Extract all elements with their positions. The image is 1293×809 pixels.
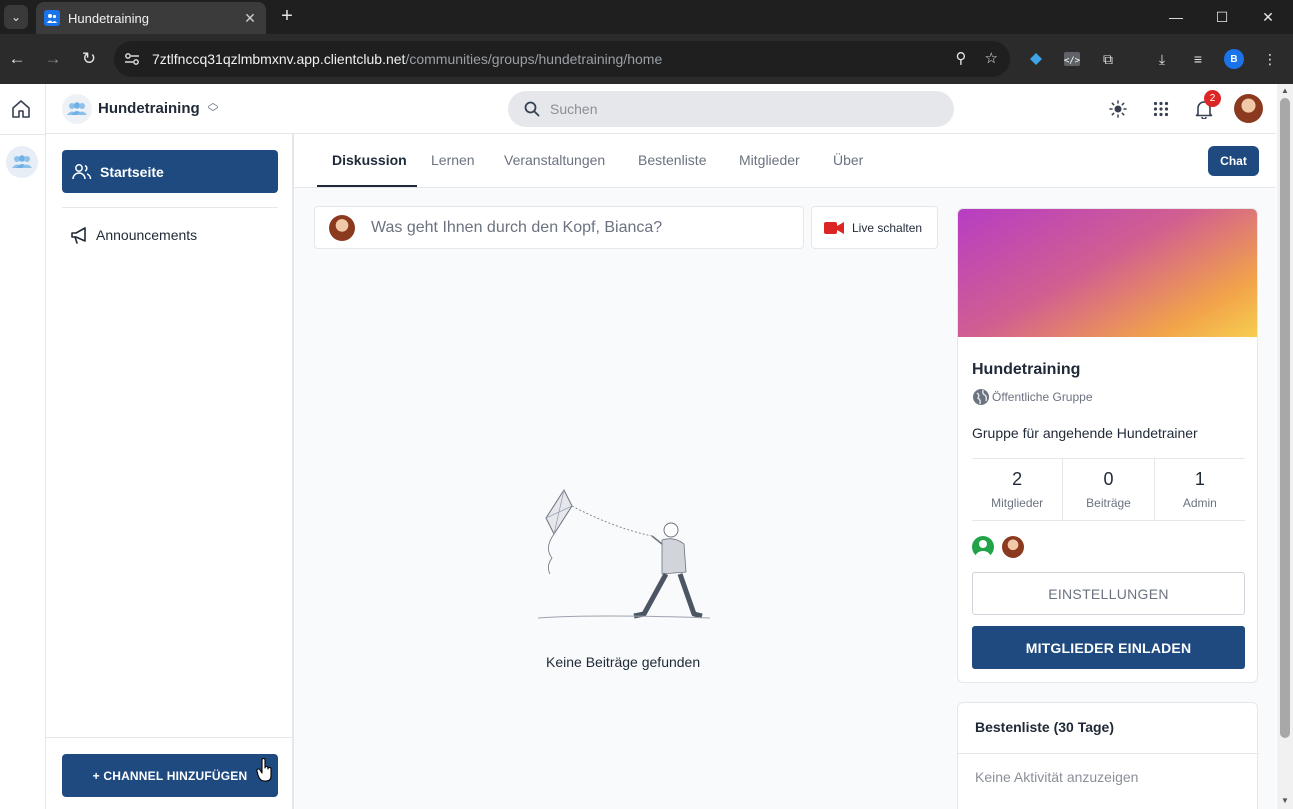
app: Hundetraining ︿﹀ 2 Startseite Announceme… — [0, 84, 1293, 809]
browser-toolbar: ← → ↻ 7ztlfnccq31qzlmbmxnv.app.clientclu… — [0, 34, 1293, 84]
reload-icon[interactable]: ↻ — [77, 47, 101, 71]
address-bar[interactable]: 7ztlfnccq31qzlmbmxnv.app.clientclub.net/… — [114, 41, 1010, 77]
stat-admins[interactable]: 1 Admin — [1155, 459, 1245, 520]
megaphone-icon — [71, 227, 86, 244]
member-avatar-default-icon[interactable] — [972, 536, 994, 558]
tab-bestenliste[interactable]: Bestenliste — [638, 152, 706, 168]
sidebar-item-startseite[interactable]: Startseite — [62, 150, 278, 193]
group-visibility: Öffentliche Gruppe — [972, 388, 1093, 406]
active-tab-indicator — [317, 185, 417, 187]
tab-mitglieder[interactable]: Mitglieder — [739, 152, 800, 168]
globe-icon — [973, 389, 989, 405]
group-switcher-icon[interactable] — [6, 146, 38, 178]
url-text: 7ztlfnccq31qzlmbmxnv.app.clientclub.net/… — [152, 51, 663, 67]
svg-text:</>: </> — [1064, 56, 1081, 66]
sidebar-divider — [62, 207, 278, 208]
group-tabs: Diskussion Lernen Veranstaltungen Besten… — [294, 134, 1276, 188]
scrollbar-thumb[interactable] — [1280, 98, 1290, 738]
scroll-up-icon[interactable]: ▲ — [1280, 86, 1290, 96]
close-tab-icon[interactable]: ✕ — [242, 10, 258, 27]
profile-avatar[interactable]: B — [1224, 49, 1244, 69]
media-control-icon[interactable]: ≡ — [1186, 47, 1210, 71]
leaderboard-empty: Keine Aktivität anzuzeigen — [975, 769, 1139, 785]
tab-veranstaltungen[interactable]: Veranstaltungen — [504, 152, 605, 168]
chevron-up-down-icon[interactable]: ︿ ﹀ — [204, 98, 222, 120]
rail-divider — [0, 134, 46, 135]
sidebar-item-announcements[interactable]: Announcements — [70, 226, 197, 244]
go-live-button[interactable]: Live schalten — [811, 206, 938, 249]
composer-placeholder: Was geht Ihnen durch den Kopf, Bianca? — [371, 218, 663, 236]
member-avatar[interactable] — [1002, 536, 1024, 558]
page-scrollbar[interactable]: ▲ ▼ — [1277, 84, 1293, 809]
site-info-icon[interactable] — [122, 49, 142, 69]
new-tab-icon[interactable]: + — [276, 5, 298, 27]
tab-favicon-icon — [44, 10, 60, 26]
sidebar-footer-divider — [46, 737, 292, 738]
tab-lernen[interactable]: Lernen — [431, 152, 475, 168]
invite-members-button[interactable]: MITGLIEDER EINLADEN — [972, 626, 1245, 669]
window-close-icon[interactable]: ✕ — [1245, 0, 1291, 34]
group-banner — [958, 209, 1257, 337]
video-camera-icon — [824, 221, 844, 234]
leaderboard-divider — [958, 753, 1259, 754]
zoom-icon[interactable]: ⚲ — [956, 49, 967, 67]
settings-button[interactable]: EINSTELLUNGEN — [972, 572, 1245, 615]
group-name[interactable]: Hundetraining — [98, 100, 200, 117]
bookmark-star-icon[interactable]: ☆ — [985, 49, 998, 67]
browser-menu-icon[interactable]: ⋮ — [1258, 47, 1282, 71]
extension-icon[interactable] — [1024, 47, 1048, 71]
group-stats: 2 Mitglieder 0 Beiträge 1 Admin — [972, 458, 1245, 521]
apps-grid-icon[interactable] — [1149, 97, 1173, 121]
add-channel-button[interactable]: + CHANNEL HINZUFÜGEN — [62, 754, 278, 797]
browser-tab[interactable]: Hundetraining ✕ — [36, 2, 266, 34]
search-input[interactable] — [550, 101, 930, 117]
stat-posts: 0 Beiträge — [1063, 459, 1155, 520]
group-info-card: Hundetraining Öffentliche Gruppe Gruppe … — [957, 208, 1258, 683]
tab-title: Hundetraining — [68, 10, 149, 26]
search-bar[interactable] — [508, 91, 954, 127]
sidebar-item-label: Announcements — [96, 227, 198, 243]
user-avatar[interactable] — [1234, 94, 1263, 123]
minimize-icon[interactable]: — — [1153, 0, 1199, 34]
forward-icon[interactable]: → — [41, 47, 65, 71]
channel-sidebar: Startseite Announcements + CHANNEL HINZU… — [46, 134, 294, 809]
theme-toggle-icon[interactable] — [1106, 97, 1130, 121]
post-composer[interactable]: Was geht Ihnen durch den Kopf, Bianca? — [314, 206, 804, 249]
download-icon[interactable]: ⤓ — [1150, 47, 1174, 71]
go-live-label: Live schalten — [852, 220, 923, 235]
search-icon — [524, 101, 540, 117]
hand-cursor-icon — [256, 758, 272, 782]
left-rail — [0, 84, 46, 809]
scroll-down-icon[interactable]: ▼ — [1280, 796, 1290, 806]
home-icon[interactable] — [10, 98, 34, 122]
users-icon — [72, 163, 92, 179]
notification-badge: 2 — [1204, 90, 1221, 107]
app-header: Hundetraining ︿﹀ 2 — [46, 84, 1276, 134]
main-content: Was geht Ihnen durch den Kopf, Bianca? L… — [294, 188, 1276, 809]
kite-illustration-icon — [537, 488, 711, 619]
browser-tabbar: ⌄ Hundetraining ✕ + — ☐ ✕ — [0, 0, 1293, 34]
tab-search-icon[interactable]: ⌄ — [4, 5, 28, 29]
leaderboard-card: Bestenliste (30 Tage) Keine Aktivität an… — [957, 702, 1259, 809]
composer-avatar — [329, 214, 355, 241]
back-icon[interactable]: ← — [5, 47, 29, 71]
group-logo-icon — [62, 94, 92, 124]
group-card-title: Hundetraining — [972, 361, 1081, 378]
maximize-icon[interactable]: ☐ — [1199, 0, 1245, 34]
stat-members[interactable]: 2 Mitglieder — [972, 459, 1064, 520]
puzzle-extensions-icon[interactable]: ⧉ — [1096, 47, 1120, 71]
chat-button[interactable]: Chat — [1208, 146, 1259, 176]
empty-state-text: Keine Beiträge gefunden — [546, 654, 701, 670]
sidebar-item-label: Startseite — [100, 163, 164, 180]
code-extension-icon[interactable]: </> — [1060, 47, 1084, 71]
tab-ueber[interactable]: Über — [833, 152, 863, 168]
group-description: Gruppe für angehende Hundetrainer — [972, 425, 1198, 441]
member-avatars — [972, 536, 1024, 558]
leaderboard-title: Bestenliste (30 Tage) — [975, 719, 1115, 735]
tab-diskussion[interactable]: Diskussion — [332, 152, 407, 168]
